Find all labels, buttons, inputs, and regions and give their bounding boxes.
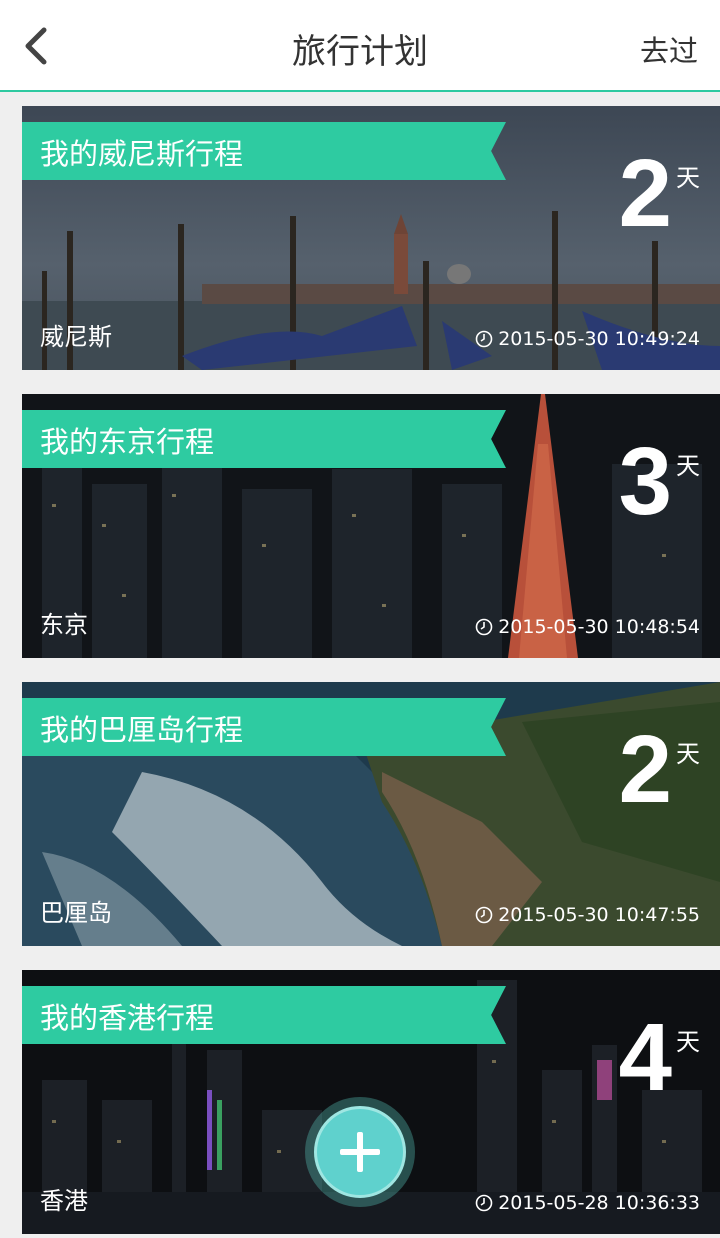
trip-days-count: 2	[618, 716, 672, 823]
clock-icon	[475, 618, 493, 636]
top-bar: 旅行计划 去过	[0, 0, 720, 92]
clock-icon	[475, 906, 493, 924]
page-title: 旅行计划	[292, 32, 428, 72]
trip-place: 东京	[40, 611, 88, 639]
trip-title-banner: 我的香港行程	[22, 986, 506, 1044]
days-unit: 天	[676, 740, 700, 768]
trip-title-banner: 我的巴厘岛行程	[22, 698, 506, 756]
trip-time-text: 2015-05-30 10:47:55	[498, 904, 700, 926]
trip-timestamp: 2015-05-30 10:48:54	[475, 616, 700, 638]
trip-place: 香港	[40, 1187, 88, 1215]
clock-icon	[475, 330, 493, 348]
trip-place: 威尼斯	[40, 323, 112, 351]
trip-title-banner: 我的东京行程	[22, 410, 506, 468]
trip-card-bali[interactable]: 我的巴厘岛行程 2 天 巴厘岛 2015-05-30 10:47:55	[22, 682, 720, 946]
trip-time-text: 2015-05-30 10:49:24	[498, 328, 700, 350]
days-unit: 天	[676, 164, 700, 192]
trip-title: 我的威尼斯行程	[40, 137, 244, 171]
days-unit: 天	[676, 452, 700, 480]
trip-title: 我的巴厘岛行程	[40, 713, 244, 747]
add-trip-button-inner[interactable]	[314, 1106, 406, 1198]
trip-days-count: 2	[618, 140, 672, 247]
trip-days-count: 3	[618, 428, 672, 535]
trip-title-banner: 我的威尼斯行程	[22, 122, 506, 180]
clock-icon	[475, 1194, 493, 1212]
trip-time-text: 2015-05-28 10:36:33	[498, 1192, 700, 1214]
days-unit: 天	[676, 1028, 700, 1056]
trip-title: 我的香港行程	[40, 1001, 215, 1035]
trip-card-venice[interactable]: 我的威尼斯行程 2 天 威尼斯 2015-05-30 10:49:24	[22, 106, 720, 370]
visited-button[interactable]: 去过	[640, 28, 698, 70]
trip-timestamp: 2015-05-28 10:36:33	[475, 1192, 700, 1214]
trip-card-tokyo[interactable]: 我的东京行程 3 天 东京 2015-05-30 10:48:54	[22, 394, 720, 658]
plus-icon	[340, 1132, 380, 1172]
trip-timestamp: 2015-05-30 10:47:55	[475, 904, 700, 926]
trip-days-count: 4	[618, 1004, 672, 1111]
trip-timestamp: 2015-05-30 10:49:24	[475, 328, 700, 350]
trip-time-text: 2015-05-30 10:48:54	[498, 616, 700, 638]
trip-title: 我的东京行程	[40, 425, 215, 459]
add-trip-button[interactable]	[305, 1097, 415, 1207]
trip-place: 巴厘岛	[40, 899, 112, 927]
